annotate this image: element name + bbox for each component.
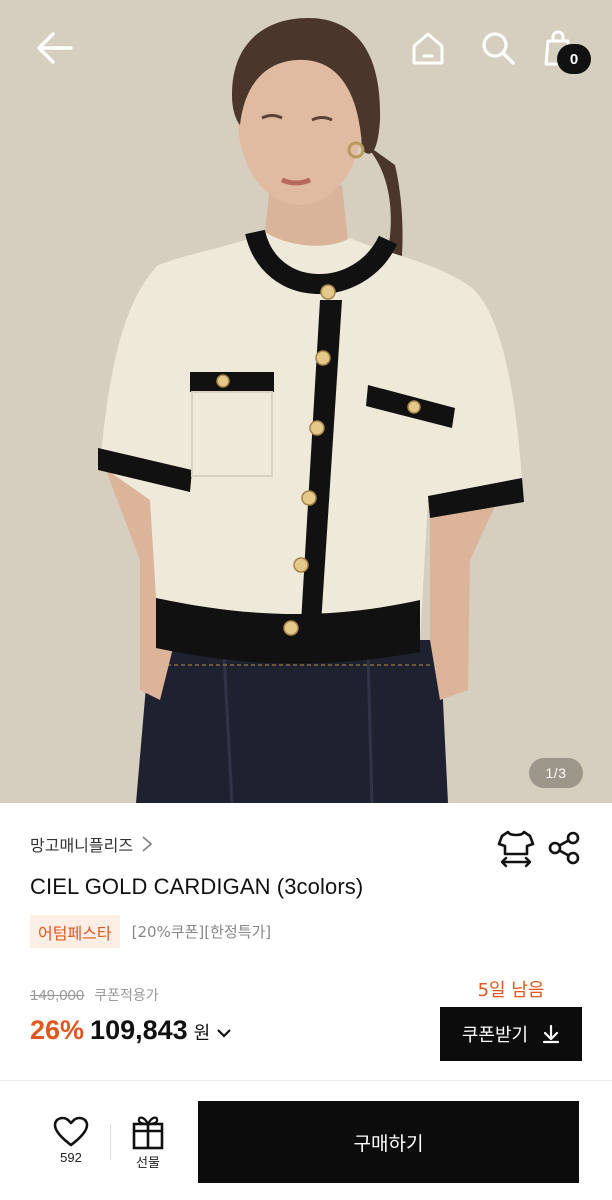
share-button[interactable] (546, 830, 582, 866)
promo-tag-row: 어텀페스타 [20%쿠폰][한정특가] (30, 915, 271, 948)
image-pager-indicator: 1/3 (529, 758, 583, 788)
product-image-carousel[interactable]: 0 1/3 (0, 0, 612, 803)
chevron-right-icon (142, 836, 153, 852)
home-button[interactable] (406, 26, 450, 70)
gift-button[interactable]: 선물 (124, 1114, 172, 1174)
buy-button[interactable]: 구매하기 (198, 1101, 579, 1183)
search-button[interactable] (476, 26, 520, 70)
festival-tag: 어텀페스타 (30, 915, 120, 948)
currency-label: 원 (193, 1023, 211, 1044)
brand-link[interactable]: 망고매니플리즈 (30, 832, 153, 856)
coupon-price-label: 쿠폰적용가 (94, 988, 159, 1004)
section-divider (0, 1080, 612, 1081)
get-coupon-label: 쿠폰받기 (461, 1025, 529, 1046)
original-price: 149,000 (30, 986, 85, 1004)
share-icon (548, 831, 580, 865)
back-button[interactable] (30, 26, 78, 70)
like-button[interactable]: 592 (46, 1116, 96, 1174)
size-guide-shirt-icon (497, 830, 535, 868)
arrow-left-icon (37, 32, 73, 64)
cart-count-badge: 0 (557, 44, 591, 74)
download-icon (543, 1024, 560, 1044)
gift-label: 선물 (136, 1156, 160, 1171)
like-count: 592 (60, 1150, 82, 1165)
brand-name: 망고매니플리즈 (30, 836, 134, 855)
home-icon (412, 32, 444, 65)
gift-icon (132, 1116, 164, 1150)
price-detail-toggle[interactable]: 26% 109,843 원 (30, 1015, 232, 1046)
get-coupon-button[interactable]: 쿠폰받기 (440, 1007, 582, 1061)
heart-icon (53, 1116, 89, 1147)
product-title: CIEL GOLD CARDIGAN (3colors) (30, 874, 364, 899)
product-photo (0, 0, 612, 803)
original-price-row: 149,000 쿠폰적용가 (30, 985, 159, 1005)
sale-price: 109,843 (90, 1015, 188, 1045)
top-navigation-bar: 0 (0, 0, 612, 96)
discount-rate: 26% (30, 1015, 85, 1045)
bottom-bar-separator (110, 1124, 111, 1160)
search-icon (482, 32, 515, 65)
promo-note: [20%쿠폰][한정특가] (131, 923, 272, 941)
chevron-down-icon (217, 1029, 231, 1038)
size-guide-button[interactable] (496, 828, 536, 868)
coupon-days-left: 5일 남음 (477, 980, 545, 1001)
